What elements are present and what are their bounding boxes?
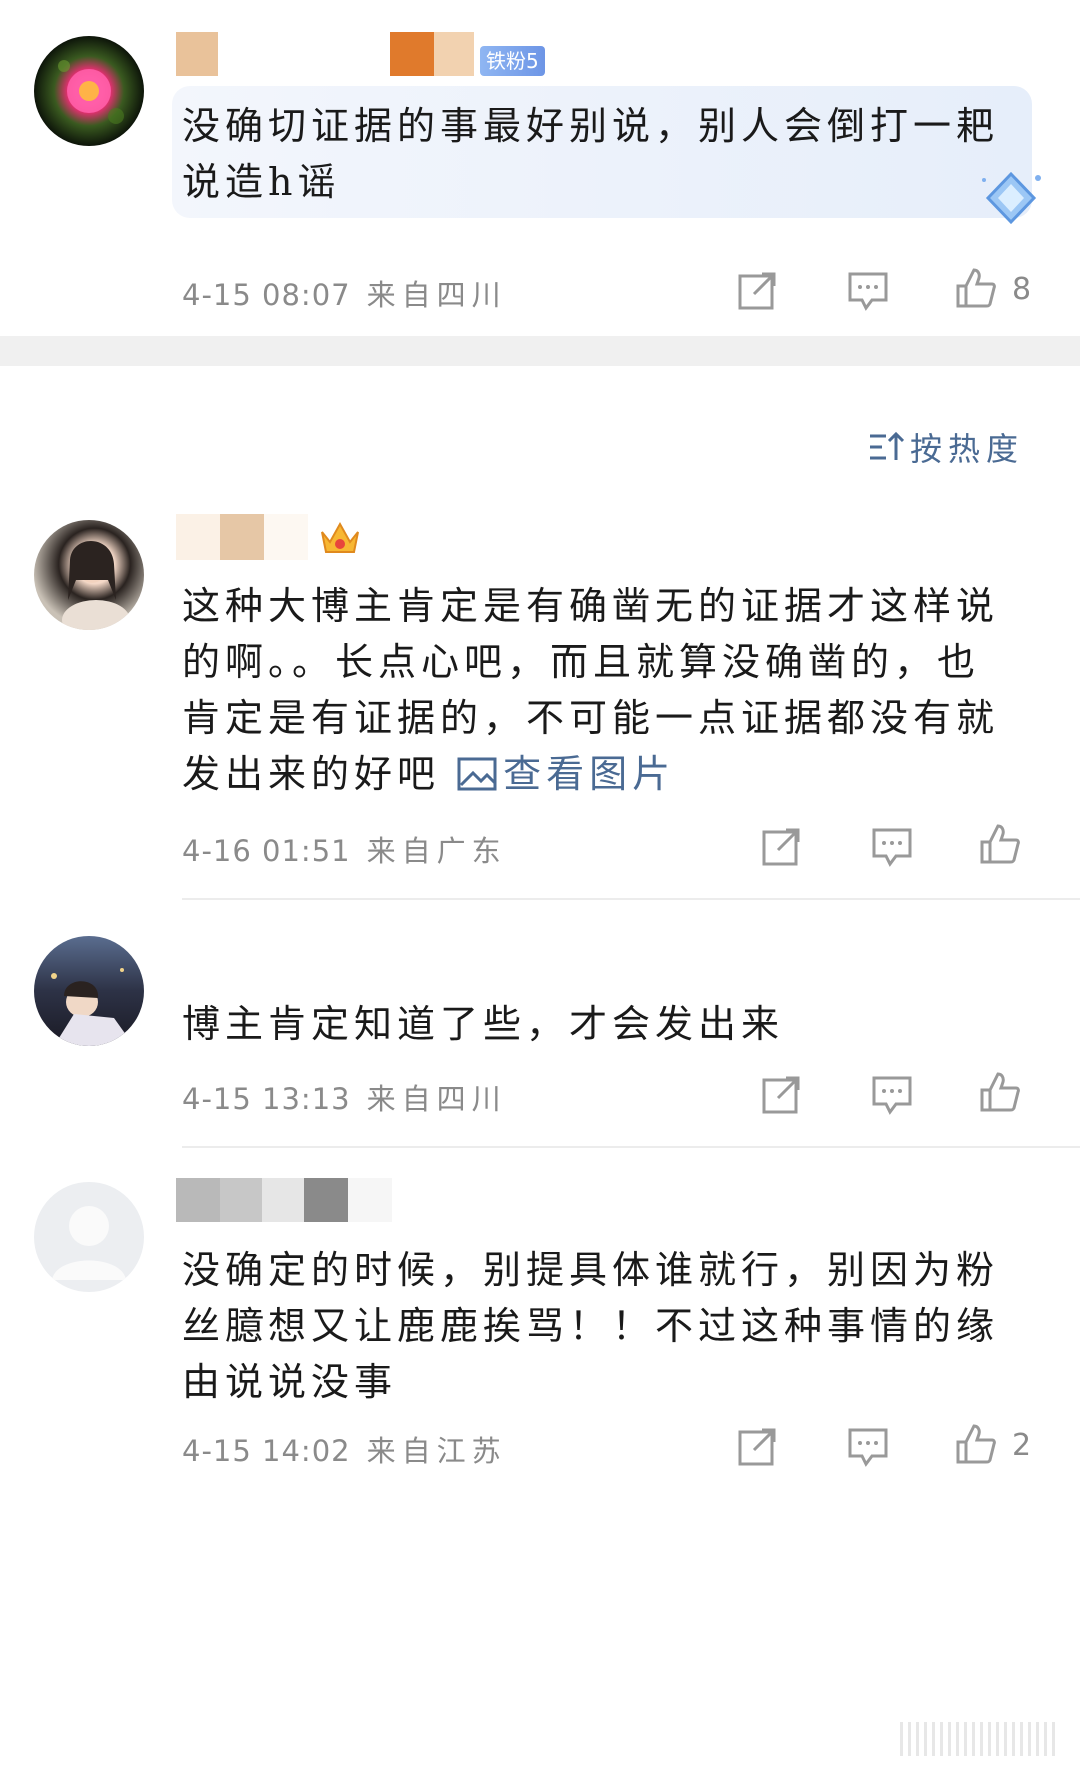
comment-meta: 4-15 08:07 来自四川: [182, 272, 507, 314]
view-image-label: 查看图片: [503, 752, 676, 796]
reply-button[interactable]: [846, 268, 890, 312]
comment-location: 来自四川: [366, 278, 507, 312]
comment-text: 没确定的时候，别提具体谁就行，别因为粉丝臆想又让鹿鹿挨骂！！不过这种事情的缘由说…: [182, 1248, 1000, 1404]
avatar[interactable]: [34, 1182, 144, 1292]
reply-button[interactable]: [870, 1072, 914, 1116]
flower-avatar-image: [58, 60, 124, 124]
comment-icon: [848, 1428, 888, 1467]
fan-level-badge[interactable]: 铁粉5: [480, 46, 545, 76]
comment-divider: [182, 898, 1080, 900]
like-icon: [980, 824, 1020, 864]
comment-text: 博主肯定知道了些，才会发出来: [182, 1002, 785, 1046]
sort-by-hot-button[interactable]: 按热度: [868, 424, 1024, 470]
avatar[interactable]: [34, 520, 144, 630]
share-button[interactable]: [736, 1424, 780, 1468]
comment-divider: [182, 1146, 1080, 1148]
bottom-watermark: [900, 1722, 1060, 1756]
comment-location: 来自四川: [366, 1082, 507, 1116]
like-button[interactable]: [954, 266, 998, 310]
share-icon: [762, 1076, 800, 1114]
comment-icon: [848, 272, 888, 311]
reply-button[interactable]: [870, 824, 914, 868]
avatar[interactable]: [34, 936, 144, 1046]
crown-icon[interactable]: [318, 518, 362, 558]
avatar[interactable]: [34, 36, 144, 146]
portrait-avatar-image: [51, 968, 134, 1046]
comment-text: 这种大博主肯定是有确凿无的证据才这样说的啊。。长点心吧，而且就算没确凿的，也肯定…: [182, 578, 1012, 802]
share-button[interactable]: [760, 1072, 804, 1116]
comment-meta: 4-15 14:02 来自江苏: [182, 1428, 507, 1470]
like-icon: [980, 1072, 1020, 1112]
like-count: 2: [1012, 1428, 1032, 1463]
sort-label: 按热度: [909, 430, 1024, 468]
reply-button[interactable]: [846, 1424, 890, 1468]
like-icon: [956, 268, 996, 308]
view-image-link[interactable]: 查看图片: [457, 752, 675, 796]
username-redacted[interactable]: [176, 1178, 406, 1224]
share-button[interactable]: [760, 824, 804, 868]
section-separator: [0, 336, 1080, 366]
comment-text: 没确切证据的事最好别说，别人会倒打一耙说造h谣: [182, 104, 1000, 204]
comment-icon: [872, 828, 912, 867]
default-avatar-icon: [52, 1206, 126, 1280]
comment-time: 4-15 14:02: [182, 1434, 351, 1468]
comment-location: 来自广东: [366, 834, 507, 868]
comment-meta: 4-15 13:13 来自四川: [182, 1076, 507, 1118]
share-icon: [762, 828, 800, 866]
like-icon: [956, 1424, 996, 1464]
comment-location: 来自江苏: [366, 1434, 507, 1468]
image-icon: [457, 757, 497, 791]
comment-time: 4-16 01:51: [182, 834, 351, 868]
comment-meta: 4-16 01:51 来自广东: [182, 828, 507, 870]
sort-icon: [869, 431, 904, 460]
like-button[interactable]: [978, 822, 1022, 866]
portrait-avatar-image: [62, 540, 130, 630]
username-redacted[interactable]: [176, 32, 526, 78]
share-icon: [738, 1428, 776, 1466]
like-count: 8: [1012, 272, 1032, 307]
share-icon: [738, 272, 776, 310]
comment-icon: [872, 1076, 912, 1115]
like-button[interactable]: [978, 1070, 1022, 1114]
share-button[interactable]: [736, 268, 780, 312]
fan-level-badge-label: 铁粉5: [486, 49, 539, 73]
diamond-icon: [982, 171, 1041, 225]
like-button[interactable]: [954, 1422, 998, 1466]
comment-time: 4-15 08:07: [182, 278, 351, 312]
comment-time: 4-15 13:13: [182, 1082, 351, 1116]
